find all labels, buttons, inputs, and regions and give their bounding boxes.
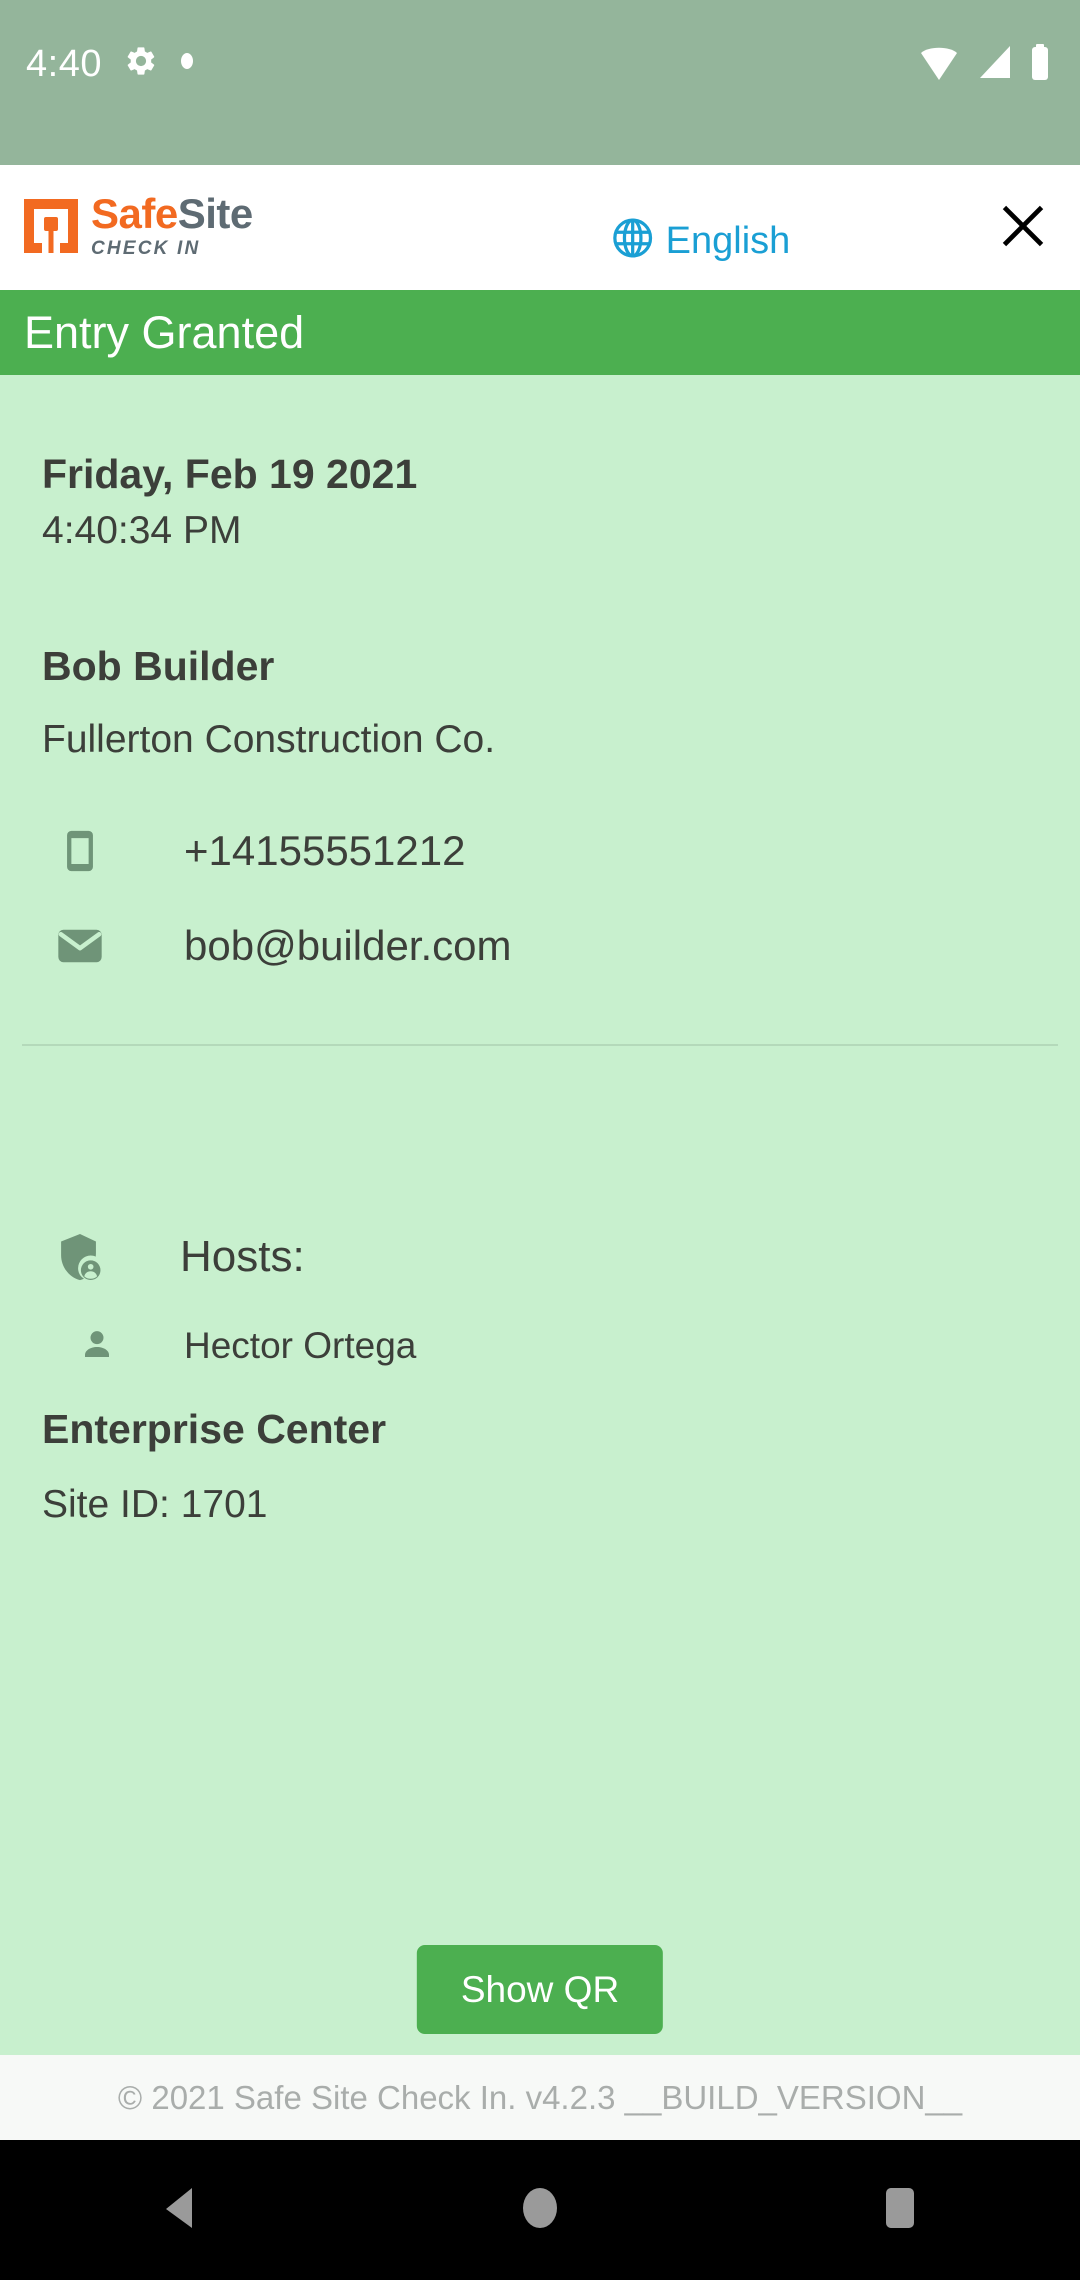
app-header-bar: SafeSite CHECK IN English [0, 165, 1080, 290]
visitor-email: bob@builder.com [184, 922, 512, 969]
nav-home-button[interactable] [450, 2140, 630, 2280]
brand-wordmark: SafeSite [91, 193, 253, 235]
safesite-brand-logo: SafeSite CHECK IN [22, 193, 253, 260]
footer-copyright: © 2021 Safe Site Check In. v4.2.3 __BUIL… [117, 2079, 963, 2116]
site-name: Enterprise Center [42, 1406, 387, 1452]
app-screen: 4:40 SafeSite CHECK IN English Entry Gra… [0, 0, 1080, 2280]
entry-status-text: Entry Granted [24, 307, 305, 358]
status-bar-left-group: 4:40 [26, 44, 194, 83]
system-status-bar: 4:40 [0, 0, 1080, 165]
status-bar-right-group [918, 42, 1052, 87]
host-name: Hector Ortega [184, 1324, 417, 1366]
wifi-icon [918, 42, 960, 87]
visit-time: 4:40:34 PM [42, 509, 242, 552]
checkin-detail-content: Friday, Feb 19 2021 4:40:34 PM Bob Build… [0, 375, 1080, 2055]
close-button[interactable] [992, 197, 1054, 259]
section-divider [22, 1044, 1058, 1046]
site-id: Site ID: 1701 [42, 1483, 268, 1526]
hosts-header: Hosts: [42, 1230, 305, 1284]
host-list-item: Hector Ortega [62, 1325, 416, 1365]
nav-back-button[interactable] [90, 2140, 270, 2280]
visitor-email-row[interactable]: bob@builder.com [42, 920, 512, 972]
app-footer: © 2021 Safe Site Check In. v4.2.3 __BUIL… [0, 2055, 1080, 2140]
language-label: English [665, 219, 791, 262]
close-icon [996, 199, 1050, 258]
shield-person-icon [42, 1230, 118, 1284]
visit-date: Friday, Feb 19 2021 [42, 451, 418, 497]
hosts-label: Hosts: [180, 1232, 305, 1281]
visitor-phone-row[interactable]: +14155551212 [42, 828, 465, 874]
brand-word-site: Site [177, 190, 254, 237]
battery-icon [1028, 42, 1052, 87]
nav-recents-button[interactable] [810, 2140, 990, 2280]
android-navigation-bar [0, 2140, 1080, 2280]
visitor-company: Fullerton Construction Co. [42, 718, 496, 761]
brand-word-safe: Safe [91, 190, 178, 237]
brand-wordmark-group: SafeSite CHECK IN [91, 193, 253, 260]
home-circle-icon [518, 2184, 562, 2237]
language-selector[interactable]: English [610, 215, 791, 266]
back-triangle-icon [158, 2184, 202, 2237]
safesite-logo-icon [22, 197, 80, 260]
globe-icon [610, 215, 656, 266]
person-icon [62, 1325, 132, 1365]
gear-icon [124, 44, 158, 83]
phone-icon [42, 828, 118, 874]
visitor-phone: +14155551212 [184, 827, 466, 874]
status-bar-clock: 4:40 [26, 42, 102, 85]
show-qr-button[interactable]: Show QR [416, 1945, 664, 2034]
visitor-name: Bob Builder [42, 643, 275, 689]
email-icon [42, 920, 118, 972]
recents-square-icon [878, 2184, 922, 2237]
dot-icon [180, 51, 194, 76]
cellular-signal-icon [974, 42, 1014, 87]
brand-tagline: CHECK IN [91, 238, 201, 259]
entry-status-banner: Entry Granted [0, 290, 1080, 375]
